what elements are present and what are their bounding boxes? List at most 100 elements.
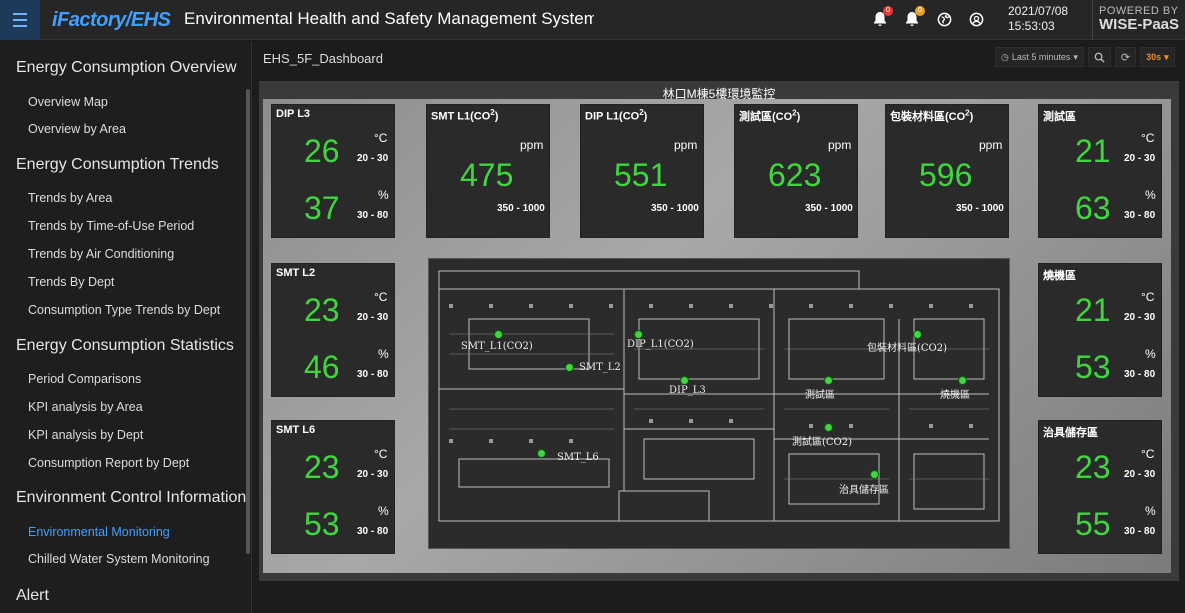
nav-item-trends-tou[interactable]: Trends by Time-of-Use Period bbox=[28, 219, 194, 233]
nav-item-trends-ac[interactable]: Trends by Air Conditioning bbox=[28, 247, 174, 261]
nav-section-trends[interactable]: Energy Consumption Trends bbox=[16, 156, 219, 174]
tile-co2-test[interactable]: 測試區(CO2) ppm 623 350 - 1000 bbox=[734, 104, 858, 238]
nav-item-kpi-dept[interactable]: KPI analysis by Dept bbox=[28, 428, 143, 442]
sensor-packaging[interactable] bbox=[913, 330, 922, 339]
nav-item-chilled-water[interactable]: Chilled Water System Monitoring bbox=[28, 552, 210, 566]
nav-section-environment[interactable]: Environment Control Information bbox=[16, 489, 246, 507]
nav-item-consumption-report[interactable]: Consumption Report by Dept bbox=[28, 456, 189, 470]
map-label-burn-in: 燒機區 bbox=[940, 390, 970, 401]
hum-value: 46 bbox=[304, 349, 340, 385]
temp-unit: °C bbox=[1141, 131, 1155, 145]
alarm-badge: 0 bbox=[883, 6, 893, 16]
sensor-fixture-storage[interactable] bbox=[870, 470, 879, 479]
temp-unit: °C bbox=[1141, 290, 1155, 304]
tile-name: 測試區 bbox=[1043, 111, 1076, 123]
time-range-picker[interactable]: ◷ Last 5 minutes ▾ bbox=[995, 47, 1084, 67]
main-content: EHS_5F_Dashboard ◷ Last 5 minutes ▾ ⟳ 30… bbox=[253, 41, 1185, 613]
floor-plan-map: SMT_L1(CO2) SMT_L2 DIP_L1(CO2) DIP_L3 包裝… bbox=[428, 258, 1010, 549]
top-bar: iFactory/EHS Environmental Health and Sa… bbox=[0, 0, 1185, 40]
tile-burn-in-area[interactable]: 燒機區 °C 21 20 - 30 % 53 30 - 80 bbox=[1038, 263, 1162, 397]
sensor-dip-l1[interactable] bbox=[634, 330, 643, 339]
hum-range: 30 - 80 bbox=[1124, 369, 1156, 380]
refresh-interval-picker[interactable]: 30s ▾ bbox=[1140, 47, 1175, 67]
co2-unit: ppm bbox=[520, 138, 544, 152]
globe-icon[interactable] bbox=[934, 8, 954, 30]
co2-range: 350 - 1000 bbox=[651, 203, 699, 214]
tile-name: SMT L1(CO2) bbox=[431, 108, 499, 123]
temp-range: 20 - 30 bbox=[357, 312, 389, 323]
powered-by: POWERED BY WISE-PaaS bbox=[1092, 0, 1185, 40]
tile-fixture-storage[interactable]: 治具儲存區 °C 23 20 - 30 % 55 30 - 80 bbox=[1038, 420, 1162, 554]
hum-value: 37 bbox=[304, 190, 340, 226]
hum-unit: % bbox=[1145, 504, 1156, 518]
user-icon[interactable] bbox=[966, 8, 986, 30]
temp-range: 20 - 30 bbox=[357, 153, 389, 164]
tile-name: DIP L3 bbox=[276, 108, 311, 120]
map-label-smt-l1: SMT_L1(CO2) bbox=[461, 341, 533, 352]
sensor-smt-l6[interactable] bbox=[537, 449, 546, 458]
time-range-label: Last 5 minutes bbox=[1011, 52, 1071, 62]
map-label-packaging: 包裝材料區(CO2) bbox=[867, 343, 948, 354]
tile-dip-l3[interactable]: DIP L3 °C 26 20 - 30 % 37 30 - 80 bbox=[271, 104, 395, 238]
hum-range: 30 - 80 bbox=[357, 369, 389, 380]
sensor-smt-l1[interactable] bbox=[494, 330, 503, 339]
sensor-dip-l3[interactable] bbox=[680, 376, 689, 385]
map-label-smt-l6: SMT_L6 bbox=[557, 452, 599, 463]
tile-name: DIP L1(CO2) bbox=[585, 108, 648, 123]
notification-bell-icon[interactable]: 0 bbox=[902, 6, 925, 30]
refresh-interval-label: 30s bbox=[1146, 52, 1162, 62]
notification-badge: 0 bbox=[915, 6, 925, 16]
temp-value: 21 bbox=[1075, 292, 1111, 328]
sensor-test-co2[interactable] bbox=[824, 423, 833, 432]
nav-item-consumption-type-trends[interactable]: Consumption Type Trends by Dept bbox=[28, 303, 220, 317]
sensor-test-area[interactable] bbox=[824, 376, 833, 385]
nav-item-overview-by-area[interactable]: Overview by Area bbox=[28, 122, 126, 136]
nav-item-environmental-monitoring[interactable]: Environmental Monitoring bbox=[28, 525, 170, 539]
map-label-smt-l2: SMT_L2 bbox=[579, 362, 621, 373]
hum-value: 63 bbox=[1075, 190, 1111, 226]
hum-value: 53 bbox=[304, 506, 340, 542]
app-logo[interactable]: iFactory/EHS bbox=[48, 7, 174, 33]
nav-section-statistics[interactable]: Energy Consumption Statistics bbox=[16, 337, 234, 355]
chevron-down-icon: ▾ bbox=[1073, 51, 1078, 62]
tile-test-area[interactable]: 測試區 °C 21 20 - 30 % 63 30 - 80 bbox=[1038, 104, 1162, 238]
temp-unit: °C bbox=[374, 290, 388, 304]
hum-range: 30 - 80 bbox=[357, 526, 389, 537]
co2-value: 596 bbox=[919, 157, 973, 193]
nav-section-overview[interactable]: Energy Consumption Overview bbox=[16, 59, 237, 77]
nav-item-kpi-area[interactable]: KPI analysis by Area bbox=[28, 400, 143, 414]
temp-range: 20 - 30 bbox=[1124, 312, 1156, 323]
map-label-dip-l1: DIP_L1(CO2) bbox=[627, 339, 694, 350]
nav-item-period-comparisons[interactable]: Period Comparisons bbox=[28, 372, 141, 386]
refresh-button[interactable]: ⟳ bbox=[1114, 47, 1137, 67]
tile-co2-dip-l1[interactable]: DIP L1(CO2) ppm 551 350 - 1000 bbox=[580, 104, 704, 238]
hum-range: 30 - 80 bbox=[1124, 210, 1156, 221]
time-text: 15:53:03 bbox=[1008, 19, 1055, 33]
nav-item-overview-map[interactable]: Overview Map bbox=[28, 95, 108, 109]
hum-unit: % bbox=[378, 347, 389, 361]
sensor-smt-l2[interactable] bbox=[565, 363, 574, 372]
nav-item-trends-dept[interactable]: Trends By Dept bbox=[28, 275, 114, 289]
tile-name: SMT L2 bbox=[276, 267, 316, 279]
temp-unit: °C bbox=[374, 447, 388, 461]
sidebar-scrollbar[interactable] bbox=[246, 89, 250, 554]
menu-icon[interactable] bbox=[0, 0, 40, 40]
dashboard-toolbar: ◷ Last 5 minutes ▾ ⟳ 30s ▾ bbox=[995, 47, 1175, 67]
co2-unit: ppm bbox=[674, 138, 698, 152]
tile-smt-l6[interactable]: SMT L6 °C 23 20 - 30 % 53 30 - 80 bbox=[271, 420, 395, 554]
nav-section-alert[interactable]: Alert bbox=[16, 587, 49, 605]
tile-smt-l2[interactable]: SMT L2 °C 23 20 - 30 % 46 30 - 80 bbox=[271, 263, 395, 397]
tile-name: 測試區(CO2) bbox=[739, 108, 801, 123]
hum-unit: % bbox=[378, 504, 389, 518]
tile-co2-packaging[interactable]: 包裝材料區(CO2) ppm 596 350 - 1000 bbox=[885, 104, 1009, 238]
zoom-icon bbox=[1094, 52, 1105, 63]
tile-co2-smt-l1[interactable]: SMT L1(CO2) ppm 475 350 - 1000 bbox=[426, 104, 550, 238]
zoom-out-button[interactable] bbox=[1087, 47, 1111, 67]
monitoring-panel: 林口M棟5樓環境監控 DIP L3 °C 26 20 - 30 % 37 30 … bbox=[259, 81, 1179, 581]
sensor-burn-in[interactable] bbox=[958, 376, 967, 385]
nav-item-trends-by-area[interactable]: Trends by Area bbox=[28, 191, 112, 205]
clock: 2021/07/08 15:53:03 bbox=[1008, 4, 1068, 34]
alarm-bell-icon[interactable]: 0 bbox=[870, 6, 893, 30]
sidebar: Energy Consumption Overview Overview Map… bbox=[0, 41, 252, 613]
dashboard-title[interactable]: EHS_5F_Dashboard bbox=[263, 51, 383, 66]
